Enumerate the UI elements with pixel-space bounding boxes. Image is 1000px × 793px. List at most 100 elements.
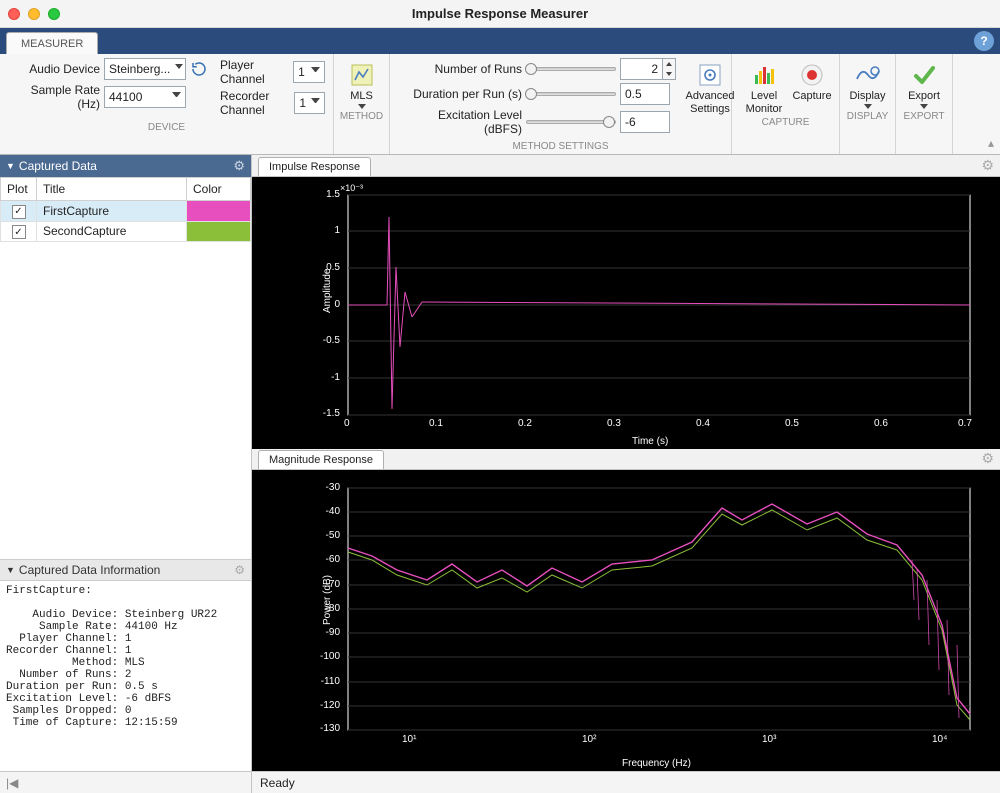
y-axis-label: Amplitude xyxy=(322,268,333,312)
triangle-down-icon: ▼ xyxy=(6,565,15,575)
toolstrip: Audio Device Steinberg... Sample Rate (H… xyxy=(0,54,1000,155)
player-channel-value: 1 xyxy=(298,65,305,79)
advanced-settings-button[interactable]: AdvancedSettings xyxy=(686,58,734,139)
ytick: -130 xyxy=(320,723,340,734)
captured-data-header[interactable]: ▼ Captured Data ⚙ xyxy=(0,155,251,177)
audio-device-label: Audio Device xyxy=(8,62,100,76)
runs-spinbox[interactable]: 2 xyxy=(620,58,676,80)
ytick: 0.5 xyxy=(326,262,340,273)
recorder-channel-label: Recorder Channel xyxy=(220,89,290,117)
chevron-down-icon xyxy=(310,67,320,77)
runs-slider[interactable] xyxy=(526,62,616,76)
xtick: 0.4 xyxy=(696,418,710,429)
xtick: 0.7 xyxy=(958,418,972,429)
xtick: 10¹ xyxy=(402,734,416,745)
gear-icon[interactable]: ⚙ xyxy=(981,450,994,467)
ytick: -30 xyxy=(326,482,340,493)
ytick: -100 xyxy=(320,651,340,662)
recorder-channel-dropdown[interactable]: 1 xyxy=(294,92,325,114)
display-label: Display xyxy=(849,90,885,103)
ytick: 1 xyxy=(334,225,340,236)
sample-rate-value: 44100 xyxy=(109,90,142,104)
audio-device-dropdown[interactable]: Steinberg... xyxy=(104,58,186,80)
gear-icon[interactable]: ⚙ xyxy=(233,158,245,174)
info-body: FirstCapture: Audio Device: Steinberg UR… xyxy=(0,581,251,771)
tab-measurer[interactable]: MEASURER xyxy=(6,32,98,54)
collapse-icon[interactable]: ▴ xyxy=(988,136,994,150)
duration-slider[interactable] xyxy=(526,87,616,101)
section-device: DEVICE xyxy=(8,120,325,133)
level-monitor-icon xyxy=(751,62,777,88)
ytick: -80 xyxy=(326,603,340,614)
xtick: 0.1 xyxy=(429,418,443,429)
sample-rate-dropdown[interactable]: 44100 xyxy=(104,86,186,108)
plot-checkbox[interactable]: ✓ xyxy=(12,225,26,239)
info-title: Captured Data Information xyxy=(19,563,160,577)
x-axis-label: Time (s) xyxy=(632,436,668,447)
magnitude-response-plot[interactable]: Power (dB) Frequency (Hz) -30 -40 -50 -6… xyxy=(252,470,1000,771)
excitation-input[interactable]: -6 xyxy=(620,111,670,133)
capture-button[interactable]: Capture xyxy=(788,58,836,115)
statusbar: Ready xyxy=(252,771,1000,793)
col-plot[interactable]: Plot xyxy=(1,178,37,201)
mls-button[interactable]: MLS xyxy=(338,58,386,109)
ytick: -120 xyxy=(320,700,340,711)
gear-icon[interactable]: ⚙ xyxy=(981,157,994,174)
plot-checkbox[interactable]: ✓ xyxy=(12,205,26,219)
xtick: 0.5 xyxy=(785,418,799,429)
ytick: -70 xyxy=(326,579,340,590)
record-icon xyxy=(799,62,825,88)
advanced-settings-icon xyxy=(697,62,723,88)
advanced-label-2: Settings xyxy=(690,103,730,115)
col-color[interactable]: Color xyxy=(187,178,251,201)
xtick: 0 xyxy=(344,418,350,429)
section-method: METHOD xyxy=(340,109,383,122)
color-swatch[interactable] xyxy=(187,221,251,242)
status-text: Ready xyxy=(260,776,295,790)
table-blank xyxy=(0,242,251,559)
player-channel-dropdown[interactable]: 1 xyxy=(293,61,325,83)
mls-label: MLS xyxy=(350,90,373,103)
gear-icon[interactable]: ⚙ xyxy=(234,563,245,577)
row-title[interactable]: FirstCapture xyxy=(37,201,187,222)
display-icon xyxy=(855,62,881,88)
tab-impulse-response[interactable]: Impulse Response xyxy=(258,157,371,176)
sample-rate-label: Sample Rate (Hz) xyxy=(8,83,100,111)
plot2-tabbar: Magnitude Response ⚙ xyxy=(252,449,1000,471)
duration-input[interactable]: 0.5 xyxy=(620,83,670,105)
help-button[interactable]: ? xyxy=(974,31,994,51)
section-capture: CAPTURE xyxy=(740,115,831,128)
advanced-label-1: Advanced xyxy=(686,90,735,102)
table-row[interactable]: ✓ SecondCapture xyxy=(1,221,251,242)
level-label-1: Level xyxy=(751,90,777,102)
spin-down-icon[interactable] xyxy=(663,69,675,79)
impulse-response-plot[interactable]: ×10⁻³ Amplitude Time (s) 1.5 1 0.5 0 -0.… xyxy=(252,177,1000,449)
sidebar-footer: |◀ xyxy=(0,771,251,793)
section-method-settings: METHOD SETTINGS xyxy=(398,139,723,152)
row-title[interactable]: SecondCapture xyxy=(37,221,187,242)
window-title: Impulse Response Measurer xyxy=(0,6,1000,21)
close-icon[interactable] xyxy=(8,8,20,20)
minimize-icon[interactable] xyxy=(28,8,40,20)
tab-magnitude-response[interactable]: Magnitude Response xyxy=(258,450,384,469)
display-button[interactable]: Display xyxy=(843,58,891,109)
xtick: 10⁴ xyxy=(932,734,947,745)
app-tabstrip: MEASURER ? xyxy=(0,28,1000,54)
excitation-value: -6 xyxy=(625,115,636,129)
export-button[interactable]: Export xyxy=(900,58,948,109)
level-monitor-button[interactable]: LevelMonitor xyxy=(740,58,788,115)
ytick: -110 xyxy=(321,676,340,687)
ytick: -0.5 xyxy=(323,335,340,346)
refresh-icon[interactable] xyxy=(190,60,208,78)
excitation-slider[interactable] xyxy=(526,115,616,129)
col-title[interactable]: Title xyxy=(37,178,187,201)
triangle-down-icon: ▼ xyxy=(6,161,15,171)
zoom-icon[interactable] xyxy=(48,8,60,20)
spin-up-icon[interactable] xyxy=(663,59,675,69)
titlebar: Impulse Response Measurer xyxy=(0,0,1000,28)
info-header[interactable]: ▼ Captured Data Information ⚙ xyxy=(0,559,251,581)
color-swatch[interactable] xyxy=(187,201,251,222)
audio-device-value: Steinberg... xyxy=(109,62,170,76)
chevron-down-icon xyxy=(310,98,320,108)
table-row[interactable]: ✓ FirstCapture xyxy=(1,201,251,222)
